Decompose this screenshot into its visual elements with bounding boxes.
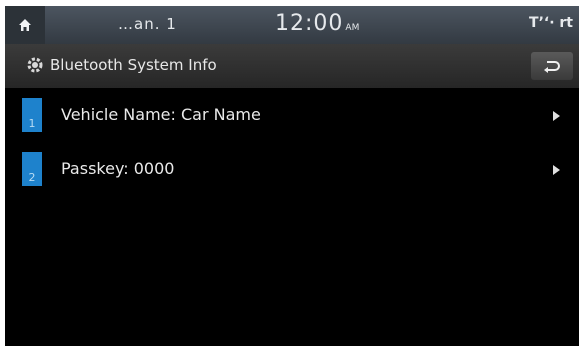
bluetooth-gear-icon bbox=[27, 57, 43, 73]
list-item-passkey[interactable]: 2 Passkey: 0000 bbox=[5, 143, 579, 197]
status-bar: …an. 1 12:00 AM T’ʻ· rt bbox=[5, 6, 579, 44]
status-right-text: T’ʻ· rt bbox=[529, 15, 573, 31]
home-icon bbox=[19, 19, 31, 31]
list-item-vehicle-name[interactable]: 1 Vehicle Name: Car Name bbox=[5, 89, 579, 143]
title-bar: Bluetooth System Info bbox=[5, 44, 579, 88]
page-title: Bluetooth System Info bbox=[50, 56, 217, 74]
item-number-badge: 2 bbox=[22, 152, 42, 186]
screen: …an. 1 12:00 AM T’ʻ· rt Bluetooth System … bbox=[5, 6, 579, 346]
item-number-badge: 1 bbox=[22, 98, 42, 132]
signal-status-text: …an. 1 bbox=[118, 15, 177, 33]
chevron-right-icon bbox=[553, 111, 560, 121]
chevron-right-icon bbox=[553, 165, 560, 175]
clock-ampm: AM bbox=[345, 23, 360, 33]
back-arrow-icon bbox=[544, 61, 560, 73]
back-button[interactable] bbox=[531, 52, 573, 80]
clock: 12:00 AM bbox=[275, 11, 359, 36]
home-button[interactable] bbox=[5, 6, 45, 44]
clock-time: 12:00 bbox=[275, 11, 344, 36]
item-label: Passkey: 0000 bbox=[61, 159, 175, 178]
item-label: Vehicle Name: Car Name bbox=[61, 105, 261, 124]
